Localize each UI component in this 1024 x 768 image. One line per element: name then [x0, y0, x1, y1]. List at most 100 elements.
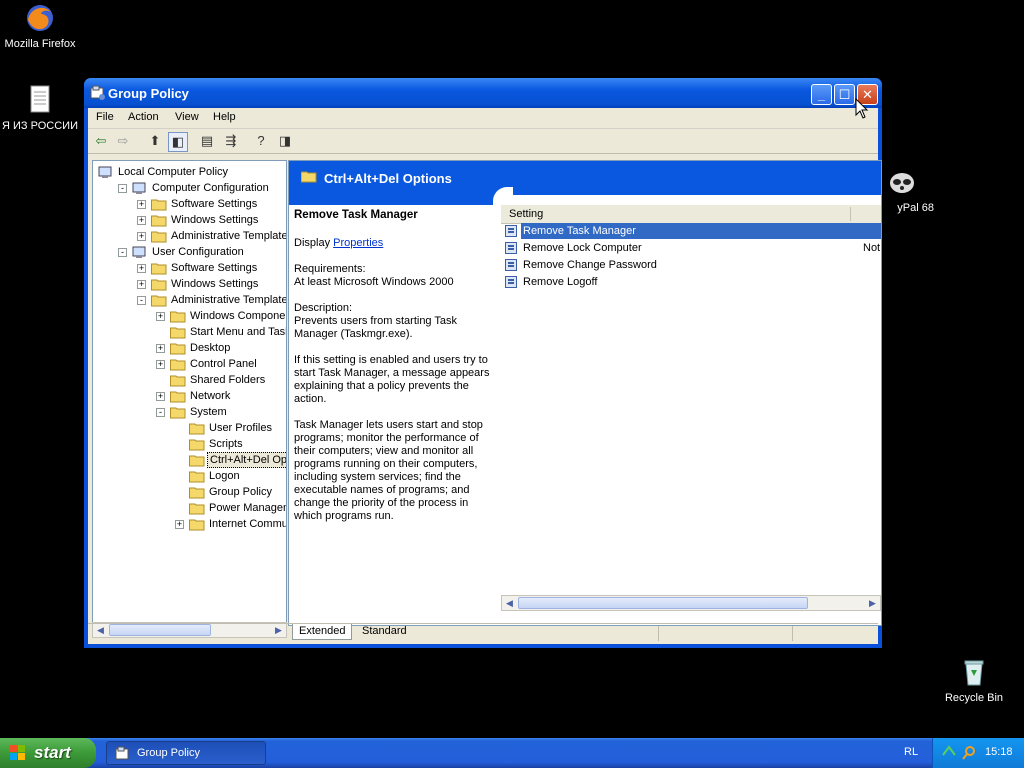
show-hide-tree-button[interactable]: ◧	[168, 132, 188, 152]
help-button[interactable]: ?	[252, 132, 270, 150]
expand-icon[interactable]: +	[137, 232, 146, 241]
column-header-setting[interactable]: Setting	[509, 208, 543, 220]
tree-node[interactable]: - System	[93, 404, 286, 420]
properties-link[interactable]: Properties	[333, 237, 383, 249]
tree-node[interactable]: User Profiles	[93, 420, 286, 436]
desktop-icon-document[interactable]: Я ИЗ РОССИИ	[0, 84, 80, 132]
clock[interactable]: 15:18	[985, 746, 1013, 758]
language-indicator[interactable]: RL	[904, 746, 918, 758]
menu-help[interactable]: Help	[213, 111, 236, 123]
tree-node-label: Scripts	[209, 438, 243, 450]
list-header[interactable]: Setting	[501, 205, 881, 224]
tree-node-label: Software Settings	[171, 198, 258, 210]
expand-icon[interactable]: +	[156, 312, 165, 321]
policy-setting-icon	[505, 276, 517, 288]
description-text: Prevents users from starting Task Manage…	[294, 315, 458, 340]
tree-node[interactable]: + Control Panel	[93, 356, 286, 372]
start-button[interactable]: start	[0, 738, 96, 768]
tree-node[interactable]: Logon	[93, 468, 286, 484]
expand-icon[interactable]: +	[137, 264, 146, 273]
tree-node-label: Windows Settings	[171, 214, 259, 226]
policy-setting-icon	[505, 259, 517, 271]
back-button[interactable]: ⇦	[92, 132, 110, 150]
title-bar[interactable]: Group Policy _ ☐ ✕	[84, 78, 882, 108]
tree-node[interactable]: + Windows Settings	[93, 212, 286, 228]
status-bar	[88, 623, 878, 644]
tree-node[interactable]: + Internet Communic	[93, 516, 286, 532]
minimize-button[interactable]: _	[811, 84, 832, 105]
taskbar-item-group-policy[interactable]: Group Policy	[106, 741, 266, 765]
list-horizontal-scrollbar[interactable]: ◀ ▶	[501, 595, 881, 611]
tree-node[interactable]: - Computer Configuration	[93, 180, 286, 196]
export-list-button[interactable]: ⇶	[222, 132, 240, 150]
list-item[interactable]: Remove Task Manager	[503, 223, 881, 239]
tree-node[interactable]: + Network	[93, 388, 286, 404]
tree-node[interactable]: + Administrative Templates	[93, 228, 286, 244]
show-hide-action-pane-button[interactable]: ◨	[276, 132, 294, 150]
folder-icon	[189, 422, 205, 435]
folder-icon	[189, 438, 205, 451]
tree-node-label: Logon	[209, 470, 240, 482]
tree-node[interactable]: Local Computer Policy	[93, 164, 286, 180]
menu-file[interactable]: File	[96, 111, 114, 123]
console-tree[interactable]: Local Computer Policy - Computer Configura…	[92, 160, 287, 624]
tree-node[interactable]: + Software Settings	[93, 196, 286, 212]
expand-icon[interactable]: +	[137, 216, 146, 225]
tree-node[interactable]: Start Menu and Taskba	[93, 324, 286, 340]
expand-icon[interactable]: +	[137, 200, 146, 209]
expand-icon[interactable]: +	[175, 520, 184, 529]
tree-node-label: Administrative Templates	[171, 294, 287, 306]
tree-node[interactable]: Shared Folders	[93, 372, 286, 388]
maximize-button[interactable]: ☐	[834, 84, 855, 105]
network-tray-icon[interactable]	[941, 745, 957, 764]
folder-icon	[151, 262, 167, 275]
status-pane	[792, 626, 877, 641]
tree-node[interactable]: + Desktop	[93, 340, 286, 356]
scroll-right-arrow-icon[interactable]: ▶	[866, 597, 879, 609]
list-item[interactable]: Remove Logoff	[503, 274, 881, 290]
tree-node[interactable]: - User Configuration	[93, 244, 286, 260]
search-tray-icon[interactable]	[961, 745, 977, 764]
tree-node[interactable]: + Software Settings	[93, 260, 286, 276]
display-prefix: Display	[294, 237, 331, 249]
expand-icon[interactable]: +	[156, 392, 165, 401]
tree-node[interactable]: Ctrl+Alt+Del Optio	[93, 452, 286, 468]
forward-button[interactable]: ⇨	[114, 132, 132, 150]
tree-node[interactable]: - Administrative Templates	[93, 292, 286, 308]
group-policy-app-icon	[115, 746, 131, 765]
collapse-icon[interactable]: -	[118, 248, 127, 257]
collapse-icon[interactable]: -	[156, 408, 165, 417]
tree-node[interactable]: Group Policy	[93, 484, 286, 500]
desktop-icon-label: Я ИЗ РОССИИ	[2, 120, 78, 132]
desktop-icon-recycle-bin[interactable]: Recycle Bin	[934, 656, 1014, 704]
up-one-level-button[interactable]: ⬆	[146, 132, 164, 150]
scroll-thumb[interactable]	[518, 597, 808, 609]
desktop-icon-firefox[interactable]: Mozilla Firefox	[0, 2, 80, 50]
list-item[interactable]: Remove Lock Computer Not	[503, 240, 881, 256]
expand-icon[interactable]: +	[137, 280, 146, 289]
setting-name: Remove Task Manager	[521, 223, 881, 239]
desktop-icon-label: Recycle Bin	[944, 692, 1004, 704]
folder-icon	[151, 198, 167, 211]
folder-icon	[170, 358, 186, 371]
description-paragraph-3: Task Manager lets users start and stop p…	[294, 419, 483, 522]
expand-icon[interactable]: +	[156, 360, 165, 369]
tree-node[interactable]: + Windows Settings	[93, 276, 286, 292]
menu-view[interactable]: View	[175, 111, 199, 123]
tree-node[interactable]: Power Managemen	[93, 500, 286, 516]
description-paragraph-2: If this setting is enabled and users try…	[294, 354, 490, 405]
list-item[interactable]: Remove Change Password	[503, 257, 881, 273]
description-label: Description:	[294, 302, 353, 314]
display-line: Display Properties	[294, 237, 494, 250]
system-tray: 15:18	[932, 738, 1024, 768]
tree-node[interactable]: Scripts	[93, 436, 286, 452]
tree-node-label: System	[190, 406, 227, 418]
tree-node[interactable]: + Windows Components	[93, 308, 286, 324]
scroll-left-arrow-icon[interactable]: ◀	[503, 597, 516, 609]
column-separator[interactable]	[850, 207, 851, 221]
collapse-icon[interactable]: -	[137, 296, 146, 305]
expand-icon[interactable]: +	[156, 344, 165, 353]
menu-action[interactable]: Action	[128, 111, 159, 123]
properties-button[interactable]: ▤	[198, 132, 216, 150]
collapse-icon[interactable]: -	[118, 184, 127, 193]
